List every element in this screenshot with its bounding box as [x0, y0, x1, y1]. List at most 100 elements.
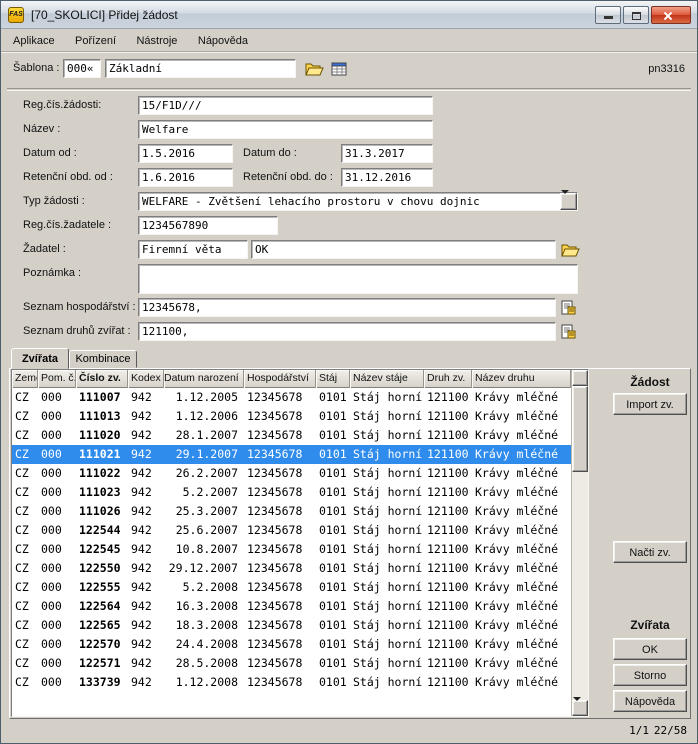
table-cell: 25.3.2007: [164, 502, 244, 521]
menu-item-nastroje[interactable]: Nástroje: [128, 30, 185, 52]
table-cell: 25.6.2007: [164, 521, 244, 540]
retention-to-input[interactable]: [341, 168, 433, 187]
table-row[interactable]: CZ00011102194229.1.2007123456780101Stáj …: [12, 445, 571, 464]
table-cell: 121100: [424, 673, 472, 692]
table-row[interactable]: CZ0001110079421.12.2005123456780101Stáj …: [12, 388, 571, 407]
maximize-button[interactable]: [623, 6, 649, 24]
table-cell: 111022: [76, 464, 128, 483]
retention-from-input[interactable]: [138, 168, 233, 187]
table-cell: 12345678: [244, 426, 316, 445]
menu-item-porizeni[interactable]: Pořízení: [67, 30, 124, 52]
note-textarea[interactable]: [138, 264, 578, 294]
table-cell: Krávy mléčné: [472, 578, 571, 597]
table-cell: 121100: [424, 635, 472, 654]
table-cell: Krávy mléčné: [472, 673, 571, 692]
table-row[interactable]: CZ00012256594218.3.2008123456780101Stáj …: [12, 616, 571, 635]
table-cell: Stáj horní: [350, 654, 424, 673]
table-row[interactable]: CZ0001110139421.12.2006123456780101Stáj …: [12, 407, 571, 426]
table-cell: 121100: [424, 654, 472, 673]
table-row[interactable]: CZ00012255094229.12.2007123456780101Stáj…: [12, 559, 571, 578]
table-row[interactable]: CZ00012257094224.4.2008123456780101Stáj …: [12, 635, 571, 654]
table-cell: 000: [38, 654, 76, 673]
retention-to-label: Retenční obd. do :: [243, 168, 333, 187]
close-button[interactable]: [651, 6, 691, 24]
table-row[interactable]: CZ00011102094228.1.2007123456780101Stáj …: [12, 426, 571, 445]
table-cell: 000: [38, 483, 76, 502]
date-from-input[interactable]: [138, 144, 233, 163]
folder-open-icon: [305, 62, 324, 76]
template-code-input[interactable]: [63, 59, 101, 78]
status-count: 22/58: [654, 724, 687, 737]
table-cell: Stáj horní: [350, 673, 424, 692]
table-cell: Stáj horní: [350, 426, 424, 445]
tab-kombinace[interactable]: Kombinace: [69, 350, 137, 368]
table-cell: 121100: [424, 426, 472, 445]
table-row[interactable]: CZ00012254594210.8.2007123456780101Stáj …: [12, 540, 571, 559]
applicant-input[interactable]: [138, 240, 248, 259]
template-open-button[interactable]: [303, 59, 325, 78]
farm-list-input[interactable]: [138, 298, 556, 317]
species-list-input[interactable]: [138, 322, 556, 341]
chevron-down-icon: [561, 190, 569, 211]
minimize-button[interactable]: [595, 6, 621, 24]
table-cell: Stáj horní: [350, 559, 424, 578]
table-row[interactable]: CZ0001337399421.12.2008123456780101Stáj …: [12, 673, 571, 692]
table-cell: 12345678: [244, 464, 316, 483]
table-cell: CZ: [12, 654, 38, 673]
animal-table: ZeměPom. č.Číslo zv.KodexDatum narozeníH…: [11, 369, 589, 717]
table-row[interactable]: CZ0001110239425.2.2007123456780101Stáj h…: [12, 483, 571, 502]
table-cell: 5.2.2008: [164, 578, 244, 597]
table-row[interactable]: CZ00012256494216.3.2008123456780101Stáj …: [12, 597, 571, 616]
import-animals-button[interactable]: Import zv.: [613, 393, 687, 415]
dropdown-arrow-button[interactable]: [560, 193, 577, 210]
help-button[interactable]: Nápověda: [613, 690, 687, 712]
table-row[interactable]: CZ00012257194228.5.2008123456780101Stáj …: [12, 654, 571, 673]
column-header[interactable]: Číslo zv.: [76, 370, 128, 388]
column-header[interactable]: Kodex: [128, 370, 164, 388]
table-row[interactable]: CZ00011102294226.2.2007123456780101Stáj …: [12, 464, 571, 483]
table-cell: 121100: [424, 407, 472, 426]
table-row[interactable]: CZ00012254494225.6.2007123456780101Stáj …: [12, 521, 571, 540]
table-row[interactable]: CZ0001225559425.2.2008123456780101Stáj h…: [12, 578, 571, 597]
template-grid-button[interactable]: [328, 59, 350, 78]
request-type-combobox[interactable]: WELFARE - Zvětšení lehacího prostoru v c…: [138, 192, 578, 211]
species-list-picker-button[interactable]: [558, 322, 578, 341]
date-to-input[interactable]: [341, 144, 433, 163]
scrollbar-up-button[interactable]: [572, 370, 588, 386]
column-header[interactable]: Pom. č.: [38, 370, 76, 388]
applicant-reg-input[interactable]: [138, 216, 278, 235]
column-header[interactable]: Hospodářství: [244, 370, 316, 388]
menu-item-aplikace[interactable]: Aplikace: [5, 30, 63, 52]
column-header[interactable]: Stáj: [316, 370, 350, 388]
load-animals-button[interactable]: Načti zv.: [613, 541, 687, 563]
reg-request-input[interactable]: [138, 96, 433, 115]
column-header[interactable]: Název stáje: [350, 370, 424, 388]
column-header[interactable]: Země: [12, 370, 38, 388]
applicant-status-input[interactable]: [251, 240, 556, 259]
cancel-button[interactable]: Storno: [613, 664, 687, 686]
template-name-input[interactable]: [105, 59, 296, 78]
table-cell: 28.1.2007: [164, 426, 244, 445]
vertical-scrollbar[interactable]: [571, 370, 588, 716]
ok-button[interactable]: OK: [613, 638, 687, 660]
column-header[interactable]: Datum narození: [164, 370, 244, 388]
table-cell: Stáj horní: [350, 388, 424, 407]
scrollbar-thumb[interactable]: [572, 386, 588, 472]
name-input[interactable]: [138, 120, 433, 139]
column-header[interactable]: Druh zv.: [424, 370, 472, 388]
table-cell: CZ: [12, 388, 38, 407]
table-cell: Stáj horní: [350, 616, 424, 635]
applicant-open-button[interactable]: [559, 240, 581, 259]
table-cell: 000: [38, 597, 76, 616]
table-cell: 942: [128, 388, 164, 407]
tab-zvirata[interactable]: Zvířata: [11, 348, 69, 369]
column-header[interactable]: Název druhu: [472, 370, 571, 388]
table-cell: 0101: [316, 673, 350, 692]
table-cell: 942: [128, 464, 164, 483]
menu-item-napoveda[interactable]: Nápověda: [190, 30, 256, 52]
table-row[interactable]: CZ00011102694225.3.2007123456780101Stáj …: [12, 502, 571, 521]
scrollbar-down-button[interactable]: [572, 700, 588, 716]
menu-bar: Aplikace Pořízení Nástroje Nápověda: [1, 30, 697, 52]
table-cell: 0101: [316, 597, 350, 616]
farm-list-picker-button[interactable]: [558, 298, 578, 317]
